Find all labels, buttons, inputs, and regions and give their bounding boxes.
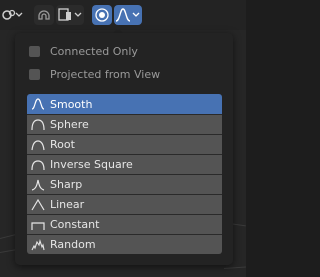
falloff-item-label: Smooth bbox=[50, 97, 93, 111]
root-falloff-icon bbox=[30, 138, 46, 152]
pivot-icon bbox=[2, 9, 23, 20]
falloff-item-smooth[interactable]: Smooth bbox=[27, 94, 222, 114]
proportional-editing-button[interactable] bbox=[92, 5, 112, 25]
snap-target-button[interactable] bbox=[56, 5, 84, 25]
constant-falloff-icon bbox=[30, 218, 46, 232]
random-falloff-icon bbox=[30, 238, 46, 252]
projected-from-view-checkbox[interactable] bbox=[29, 68, 40, 80]
projected-from-view-label: Projected from View bbox=[50, 67, 161, 81]
linear-falloff-icon bbox=[30, 198, 46, 212]
inverse-square-falloff-icon bbox=[30, 158, 46, 172]
snap-icon bbox=[38, 10, 50, 20]
falloff-item-constant[interactable]: Constant bbox=[27, 214, 222, 234]
falloff-item-label: Sharp bbox=[50, 178, 83, 191]
falloff-item-sharp[interactable]: Sharp bbox=[27, 174, 222, 194]
falloff-smooth-icon bbox=[115, 8, 140, 22]
sphere-falloff-icon bbox=[30, 118, 46, 132]
connected-only-checkbox[interactable] bbox=[29, 45, 40, 57]
background-stroke bbox=[223, 266, 246, 269]
proportional-editing-icon bbox=[95, 8, 109, 22]
connected-only-label: Connected Only bbox=[50, 44, 138, 58]
falloff-item-label: Root bbox=[50, 138, 75, 151]
snap-toggle-button[interactable] bbox=[34, 5, 54, 25]
falloff-item-label: Inverse Square bbox=[50, 158, 133, 171]
pivot-point-button[interactable] bbox=[0, 5, 24, 25]
viewport-background: Connected Only Projected from View Smoot… bbox=[0, 0, 246, 277]
falloff-item-sphere[interactable]: Sphere bbox=[27, 114, 222, 134]
falloff-item-label: Constant bbox=[50, 218, 100, 231]
falloff-list: Smooth Sphere Root Inverse Square Sharp … bbox=[27, 94, 222, 254]
projected-from-view-option[interactable]: Projected from View bbox=[29, 65, 160, 83]
falloff-dropdown-button[interactable] bbox=[114, 5, 142, 25]
falloff-item-linear[interactable]: Linear bbox=[27, 194, 222, 214]
connected-only-option[interactable]: Connected Only bbox=[29, 42, 138, 60]
smooth-falloff-icon bbox=[30, 97, 46, 111]
falloff-popover: Connected Only Projected from View Smoot… bbox=[15, 33, 233, 265]
falloff-item-label: Random bbox=[50, 238, 96, 251]
snap-target-icon bbox=[58, 8, 82, 21]
falloff-item-root[interactable]: Root bbox=[27, 134, 222, 154]
falloff-item-label: Linear bbox=[50, 198, 85, 211]
header-toolbar bbox=[0, 0, 246, 30]
sharp-falloff-icon bbox=[30, 178, 46, 192]
falloff-item-label: Sphere bbox=[50, 118, 89, 131]
falloff-item-random[interactable]: Random bbox=[27, 234, 222, 254]
falloff-item-inverse-square[interactable]: Inverse Square bbox=[27, 154, 222, 174]
